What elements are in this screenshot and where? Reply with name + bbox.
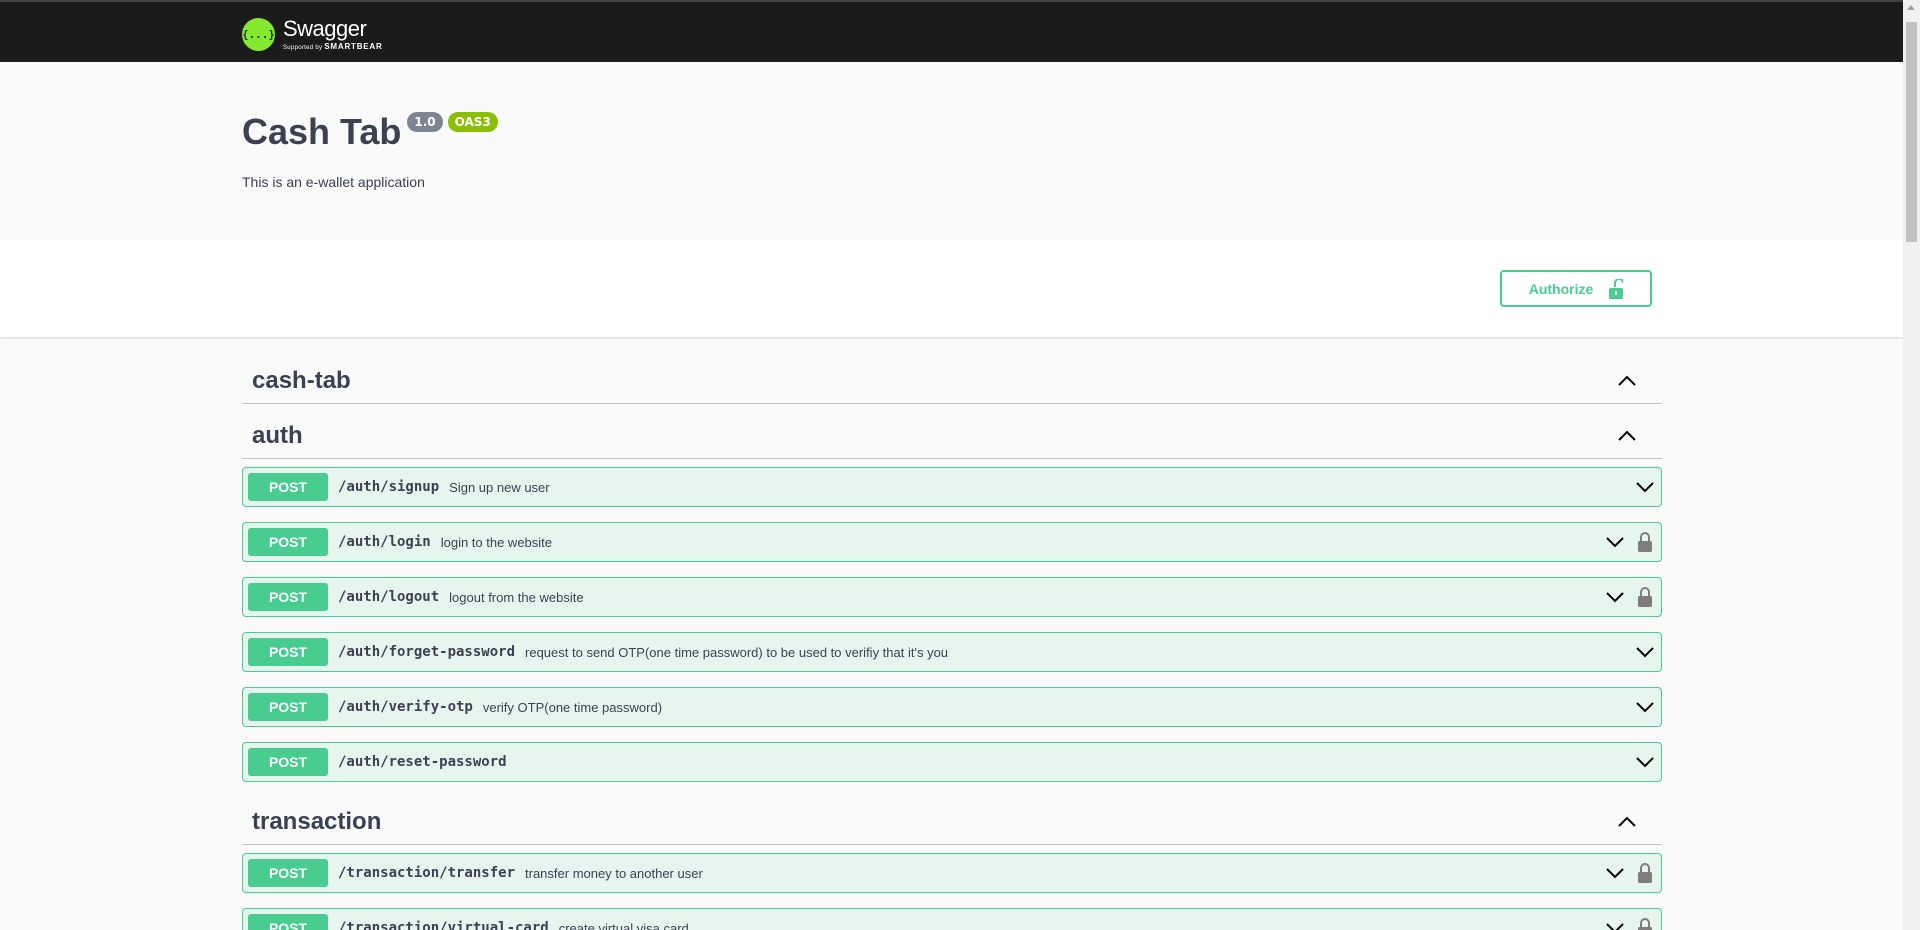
lock-icon[interactable] [1638,918,1652,930]
chevron-down-icon[interactable] [1636,480,1654,498]
scroll-up-arrow-icon[interactable] [1907,5,1915,10]
logo-supported: Supported by [283,44,323,51]
operation-post-auth-forget-password[interactable]: POST /auth/forget-password request to se… [242,632,1662,672]
operation-post-auth-verify-otp[interactable]: POST /auth/verify-otp verify OTP(one tim… [242,687,1662,727]
operation-summary: login to the website [440,534,553,550]
page-title: Cash Tab [242,111,402,152]
logo-text: Swagger Supported by SMARTBEAR [283,15,383,51]
method-badge: POST [248,583,328,611]
operation-path: /auth/login [338,534,431,550]
logo-brand: SMARTBEAR [324,41,383,51]
method-badge: POST [248,528,328,556]
chevron-down-icon[interactable] [1606,535,1624,553]
chevron-up-icon[interactable] [1618,815,1636,833]
method-badge: POST [248,859,328,887]
operation-post-transaction-virtual-card[interactable]: POST /transaction/virtual-card create vi… [242,908,1662,930]
authorize-label: Authorize [1528,280,1594,297]
tag-cash-tab[interactable]: cash-tab [242,358,1662,404]
operation-path: /auth/verify-otp [338,699,473,715]
api-description: This is an e-wallet application [242,174,425,190]
swagger-logo-icon: {...} [242,17,275,51]
lock-icon[interactable] [1638,863,1652,888]
method-badge: POST [248,473,328,501]
scroll-thumb[interactable] [1906,22,1917,242]
logo-name: Swagger [283,15,367,41]
method-badge: POST [248,914,328,930]
operation-path: /transaction/virtual-card [338,920,549,930]
operation-summary: logout from the website [449,589,584,605]
operation-path: /auth/forget-password [338,644,516,660]
chevron-down-icon[interactable] [1636,755,1654,773]
chevron-down-icon[interactable] [1606,866,1624,884]
method-badge: POST [248,638,328,666]
chevron-up-icon[interactable] [1618,374,1636,392]
chevron-down-icon[interactable] [1636,645,1654,663]
operation-summary: transfer money to another user [525,865,703,881]
lock-icon[interactable] [1638,587,1652,612]
topbar: {...} Swagger Supported by SMARTBEAR [0,0,1903,62]
operation-post-auth-signup[interactable]: POST /auth/signup Sign up new user [242,467,1662,507]
operation-summary: create virtual visa card [558,920,689,930]
info-section: Cash Tab 1.0 OAS3 This is an e-wallet ap… [0,62,1903,240]
tag-name: transaction [252,807,382,835]
chevron-down-icon[interactable] [1636,700,1654,718]
unlock-icon [1609,278,1624,299]
tag-transaction[interactable]: transaction [242,799,1662,845]
scrollbar[interactable] [1903,0,1920,930]
logo-sub: Supported by SMARTBEAR [283,42,383,51]
tag-name: auth [252,421,303,449]
operation-path: /auth/logout [338,589,440,605]
chevron-up-icon[interactable] [1618,429,1636,447]
operation-summary: request to send OTP(one time password) t… [525,644,949,660]
swagger-logo[interactable]: {...} Swagger Supported by SMARTBEAR [242,14,383,54]
operation-path: /auth/reset-password [338,754,507,770]
operation-summary: verify OTP(one time password) [482,699,663,715]
lock-icon[interactable] [1638,532,1652,557]
scheme-container: Authorize [0,240,1903,337]
title-row: Cash Tab 1.0 OAS3 [242,112,498,152]
operation-post-auth-reset-password[interactable]: POST /auth/reset-password [242,742,1662,782]
tag-name: cash-tab [252,366,351,394]
authorize-button[interactable]: Authorize [1500,270,1652,307]
operation-summary: Sign up new user [449,479,550,495]
operation-post-transaction-transfer[interactable]: POST /transaction/transfer transfer mone… [242,853,1662,893]
method-badge: POST [248,748,328,776]
operation-post-auth-logout[interactable]: POST /auth/logout logout from the websit… [242,577,1662,617]
chevron-down-icon[interactable] [1606,921,1624,930]
operation-path: /auth/signup [338,479,440,495]
oas-badge: OAS3 [447,112,498,132]
tag-auth[interactable]: auth [242,413,1662,459]
version-badge: 1.0 [407,112,443,132]
operation-path: /transaction/transfer [338,865,516,881]
chevron-down-icon[interactable] [1606,590,1624,608]
method-badge: POST [248,693,328,721]
operation-post-auth-login[interactable]: POST /auth/login login to the website [242,522,1662,562]
